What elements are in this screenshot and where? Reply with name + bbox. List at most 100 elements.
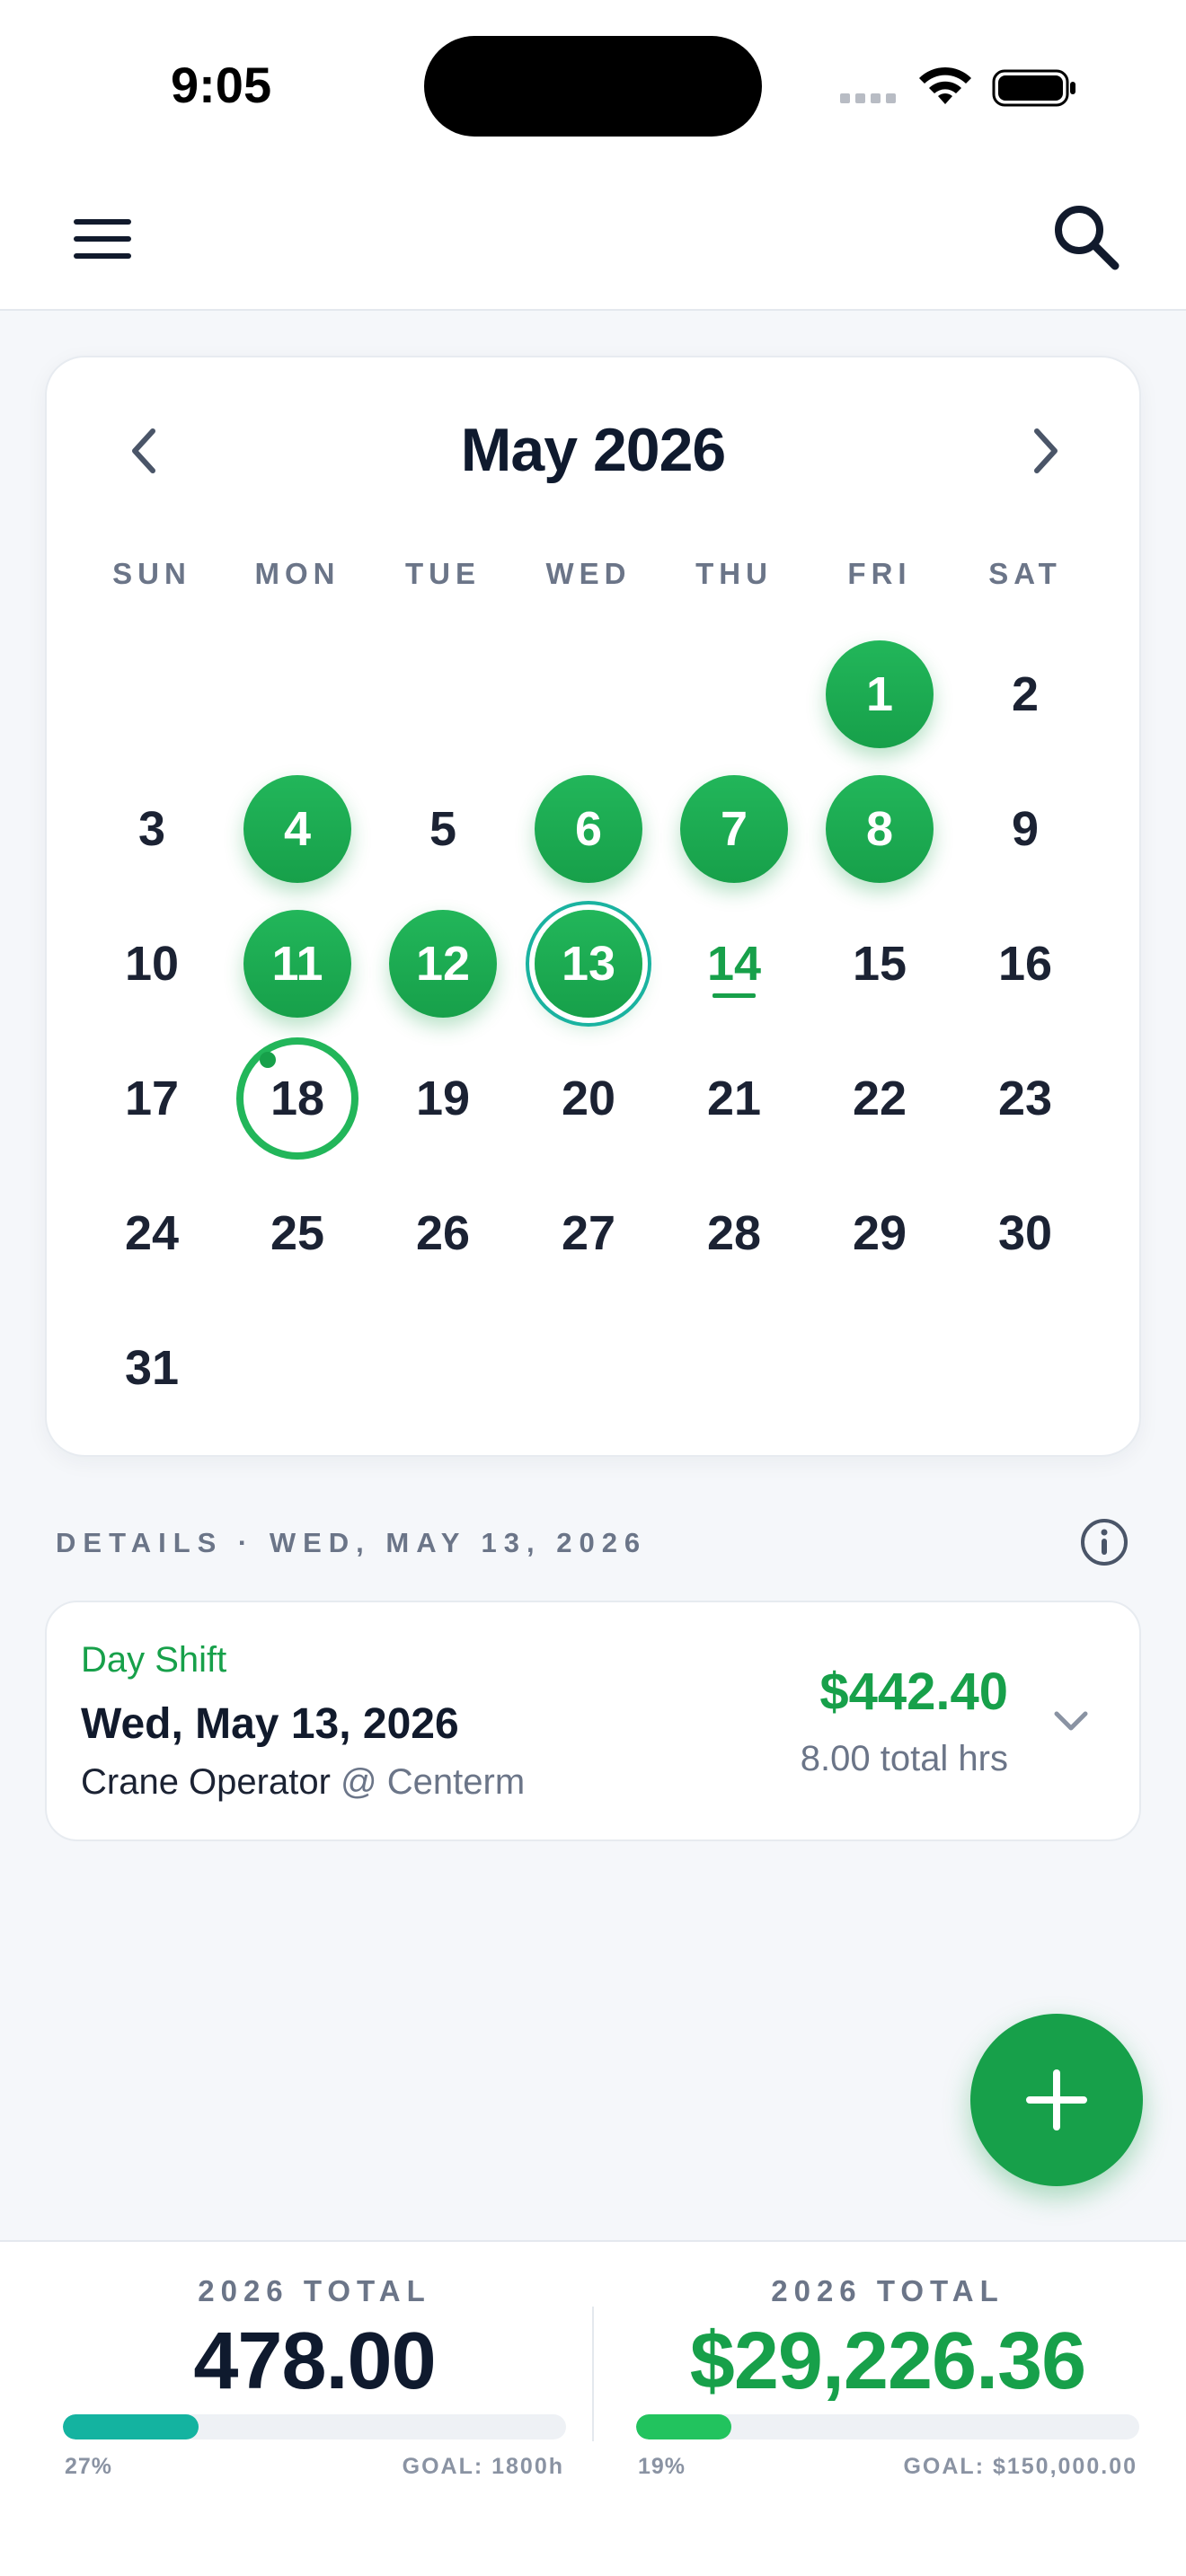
calendar-day-number: 25 bbox=[270, 1206, 325, 1260]
wifi-icon bbox=[919, 66, 971, 104]
search-icon[interactable] bbox=[1047, 198, 1126, 277]
earnings-percent: 19% bbox=[638, 2454, 686, 2479]
calendar-day-number: 18 bbox=[236, 1037, 358, 1160]
calendar-day-number: 9 bbox=[1011, 802, 1040, 856]
plus-icon bbox=[1026, 2069, 1087, 2130]
hours-goal: GOAL: 1800h bbox=[402, 2454, 564, 2479]
totals-footer: 2026 TOTAL 478.00 27% GOAL: 1800h 2026 T… bbox=[0, 2240, 1186, 2576]
calendar-day-20[interactable]: 20 bbox=[516, 1031, 661, 1166]
add-shift-button[interactable] bbox=[970, 2014, 1143, 2186]
shift-date: Wed, May 13, 2026 bbox=[81, 1700, 459, 1748]
hours-total-label: 2026 TOTAL bbox=[198, 2274, 431, 2307]
hours-progress-bar bbox=[63, 2414, 566, 2439]
calendar-day-number: 27 bbox=[561, 1206, 616, 1260]
shift-role: Crane Operator @ Centerm bbox=[81, 1762, 525, 1803]
calendar-day-number: 7 bbox=[680, 775, 788, 883]
shift-type: Day Shift bbox=[81, 1640, 227, 1680]
calendar-day-number: 15 bbox=[852, 937, 907, 991]
calendar-day-7[interactable]: 7 bbox=[661, 762, 807, 896]
status-time: 9:05 bbox=[171, 57, 272, 113]
shift-hours: 8.00 total hrs bbox=[800, 1739, 1008, 1778]
calendar-day-14[interactable]: 14 bbox=[661, 896, 807, 1031]
calendar-day-11[interactable]: 11 bbox=[225, 896, 370, 1031]
calendar-day-25[interactable]: 25 bbox=[225, 1166, 370, 1301]
calendar-day-number: 28 bbox=[706, 1206, 762, 1260]
calendar-day-number: 23 bbox=[997, 1072, 1053, 1125]
calendar-day-grid: 1 2 3 4 5 6 7 8 9 10 11 12 13 14 15 16 17 18 19 20 21 22 23 24 2… bbox=[79, 357, 1100, 1459]
hours-progress-fill bbox=[63, 2414, 199, 2439]
calendar-day-16[interactable]: 16 bbox=[952, 896, 1098, 1031]
calendar-day-number: 17 bbox=[124, 1072, 180, 1125]
info-icon[interactable] bbox=[1078, 1516, 1130, 1568]
calendar-day-number: 20 bbox=[561, 1072, 616, 1125]
calendar-day-18[interactable]: 18 bbox=[225, 1031, 370, 1166]
calendar-day-22[interactable]: 22 bbox=[807, 1031, 952, 1166]
earnings-progress-bar bbox=[636, 2414, 1139, 2439]
calendar-day-15[interactable]: 15 bbox=[807, 896, 952, 1031]
chevron-down-icon[interactable] bbox=[1048, 1698, 1094, 1744]
calendar-day-number: 13 bbox=[535, 910, 642, 1018]
calendar-day-19[interactable]: 19 bbox=[370, 1031, 516, 1166]
calendar-day-12[interactable]: 12 bbox=[370, 896, 516, 1031]
app-header bbox=[0, 171, 1186, 311]
earnings-goal: GOAL: $150,000.00 bbox=[903, 2454, 1137, 2479]
hours-total-value: 478.00 bbox=[193, 2316, 436, 2406]
calendar-day-4[interactable]: 4 bbox=[225, 762, 370, 896]
calendar-day-number: 6 bbox=[535, 775, 642, 883]
calendar-day-6[interactable]: 6 bbox=[516, 762, 661, 896]
calendar-day-27[interactable]: 27 bbox=[516, 1166, 661, 1301]
shift-card[interactable]: Day Shift Wed, May 13, 2026 Crane Operat… bbox=[45, 1601, 1141, 1841]
calendar-day-9[interactable]: 9 bbox=[952, 762, 1098, 896]
calendar-day-31[interactable]: 31 bbox=[79, 1301, 225, 1435]
menu-icon[interactable] bbox=[70, 207, 135, 271]
job-title: Crane Operator bbox=[81, 1762, 331, 1802]
calendar-day-number: 8 bbox=[826, 775, 934, 883]
earnings-progress-fill bbox=[636, 2414, 732, 2439]
calendar-day-number: 16 bbox=[997, 937, 1053, 991]
calendar-card: May 2026 SUN MON TUE WED THU FRI SAT 123… bbox=[45, 356, 1141, 1457]
calendar-day-number: 22 bbox=[852, 1072, 907, 1125]
calendar-day-number: 26 bbox=[415, 1206, 471, 1260]
calendar-day-1[interactable]: 1 bbox=[807, 627, 952, 762]
calendar-day-8[interactable]: 8 bbox=[807, 762, 952, 896]
calendar-day-number: 21 bbox=[706, 1072, 762, 1125]
calendar-day-number: 30 bbox=[997, 1206, 1053, 1260]
earnings-total-label: 2026 TOTAL bbox=[771, 2274, 1005, 2307]
calendar-day-number: 5 bbox=[429, 802, 457, 856]
calendar-day-number: 29 bbox=[852, 1206, 907, 1260]
calendar-day-24[interactable]: 24 bbox=[79, 1166, 225, 1301]
calendar-day-30[interactable]: 30 bbox=[952, 1166, 1098, 1301]
earnings-total: 2026 TOTAL $29,226.36 19% GOAL: $150,000… bbox=[636, 2242, 1139, 2511]
footer-divider bbox=[592, 2307, 594, 2441]
scheduled-indicator-dot bbox=[260, 1052, 276, 1068]
calendar-day-number: 24 bbox=[124, 1206, 180, 1260]
calendar-day-21[interactable]: 21 bbox=[661, 1031, 807, 1166]
calendar-day-10[interactable]: 10 bbox=[79, 896, 225, 1031]
calendar-day-number: 12 bbox=[389, 910, 497, 1018]
calendar-day-26[interactable]: 26 bbox=[370, 1166, 516, 1301]
hours-percent: 27% bbox=[65, 2454, 113, 2479]
dynamic-island bbox=[424, 36, 762, 137]
calendar-day-number: 1 bbox=[826, 640, 934, 748]
calendar-day-number: 4 bbox=[243, 775, 351, 883]
calendar-day-number: 19 bbox=[415, 1072, 471, 1125]
calendar-day-29[interactable]: 29 bbox=[807, 1166, 952, 1301]
status-bar: 9:05 bbox=[0, 0, 1186, 171]
battery-icon bbox=[992, 69, 1075, 107]
cellular-signal-icon bbox=[840, 93, 896, 103]
calendar-day-23[interactable]: 23 bbox=[952, 1031, 1098, 1166]
calendar-day-5[interactable]: 5 bbox=[370, 762, 516, 896]
calendar-day-13[interactable]: 13 bbox=[516, 896, 661, 1031]
calendar-day-number: 3 bbox=[137, 802, 166, 856]
employer: @ Centerm bbox=[341, 1762, 526, 1802]
calendar-day-number: 2 bbox=[1011, 667, 1040, 721]
calendar-day-number: 31 bbox=[124, 1341, 180, 1395]
hours-total: 2026 TOTAL 478.00 27% GOAL: 1800h bbox=[63, 2242, 566, 2511]
calendar-day-number: 11 bbox=[243, 910, 351, 1018]
calendar-day-28[interactable]: 28 bbox=[661, 1166, 807, 1301]
calendar-day-number: 10 bbox=[124, 937, 180, 991]
calendar-day-17[interactable]: 17 bbox=[79, 1031, 225, 1166]
earnings-total-value: $29,226.36 bbox=[689, 2316, 1086, 2406]
calendar-day-2[interactable]: 2 bbox=[952, 627, 1098, 762]
calendar-day-3[interactable]: 3 bbox=[79, 762, 225, 896]
